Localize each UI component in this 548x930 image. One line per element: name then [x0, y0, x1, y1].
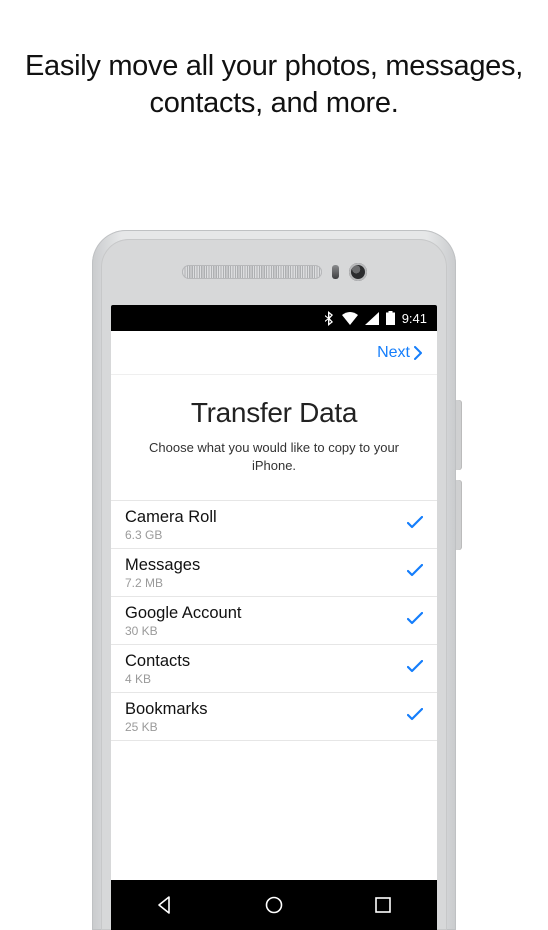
- cell-signal-icon: [365, 312, 379, 325]
- item-size: 7.2 MB: [125, 576, 200, 590]
- transfer-list: Camera Roll 6.3 GB Messages 7.2 MB: [111, 500, 437, 741]
- front-camera-icon: [349, 263, 367, 281]
- volume-button: [456, 400, 462, 470]
- item-label: Contacts: [125, 652, 190, 671]
- nav-bar: [111, 880, 437, 930]
- checkmark-icon: [407, 564, 423, 582]
- screen-content: Transfer Data Choose what you would like…: [111, 375, 437, 930]
- checkmark-icon: [407, 612, 423, 630]
- item-size: 6.3 GB: [125, 528, 217, 542]
- sensor-icon: [332, 265, 339, 279]
- item-label: Google Account: [125, 604, 242, 623]
- checkmark-icon: [407, 708, 423, 726]
- item-label: Messages: [125, 556, 200, 575]
- app-topbar: Next: [111, 331, 437, 375]
- item-size: 4 KB: [125, 672, 190, 686]
- item-size: 30 KB: [125, 624, 242, 638]
- battery-icon: [386, 311, 395, 325]
- list-item[interactable]: Google Account 30 KB: [111, 597, 437, 645]
- status-time: 9:41: [402, 311, 427, 326]
- list-item[interactable]: Messages 7.2 MB: [111, 549, 437, 597]
- page-subtitle: Choose what you would like to copy to yo…: [111, 429, 437, 500]
- item-size: 25 KB: [125, 720, 208, 734]
- next-button[interactable]: Next: [377, 344, 423, 362]
- marketing-headline: Easily move all your photos, messages, c…: [0, 0, 548, 122]
- speaker-grille: [182, 265, 322, 279]
- checkmark-icon: [407, 660, 423, 678]
- chevron-right-icon: [414, 346, 423, 360]
- bluetooth-icon: [325, 311, 335, 326]
- wifi-icon: [342, 312, 358, 325]
- list-item[interactable]: Contacts 4 KB: [111, 645, 437, 693]
- volume-button: [456, 480, 462, 550]
- checkmark-icon: [407, 516, 423, 534]
- status-bar: 9:41: [111, 305, 437, 331]
- home-button[interactable]: [244, 895, 304, 915]
- page-title: Transfer Data: [111, 397, 437, 429]
- phone-screen: 9:41 Next Transfer Data Choose what you …: [111, 305, 437, 930]
- item-label: Camera Roll: [125, 508, 217, 527]
- list-item[interactable]: Bookmarks 25 KB: [111, 693, 437, 741]
- phone-frame: 9:41 Next Transfer Data Choose what you …: [92, 230, 456, 930]
- item-label: Bookmarks: [125, 700, 208, 719]
- list-item[interactable]: Camera Roll 6.3 GB: [111, 501, 437, 549]
- back-button[interactable]: [135, 895, 195, 915]
- next-label: Next: [377, 344, 410, 362]
